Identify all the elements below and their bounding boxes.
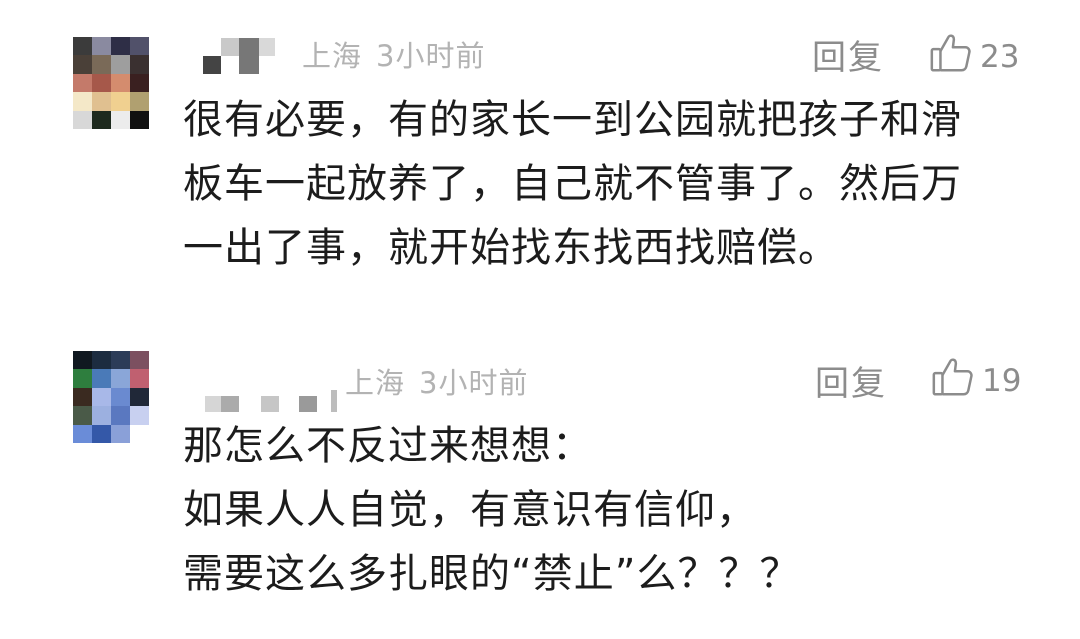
like-button[interactable]: 19 [930, 354, 1021, 408]
comment-text: 很有必要，有的家长一到公园就把孩子和滑 板车一起放养了，自己就不管事了。然后万 一出… [183, 88, 962, 280]
comment-meta: 上海 3小时前 [302, 33, 485, 75]
comment-line: 那怎么不反过来想想： [183, 423, 593, 469]
comment-line: 一出了事，就开始找东找西找赔偿。 [183, 225, 839, 271]
thumbs-up-icon [930, 354, 976, 408]
like-count: 19 [982, 363, 1022, 399]
thumbs-up-icon [928, 30, 974, 84]
username-mosaic[interactable] [205, 390, 337, 412]
reply-button[interactable]: 回复 [815, 356, 887, 405]
comment-line: 如果人人自觉，有意识有信仰， [183, 487, 757, 533]
comment-line: 板车一起放养了，自己就不管事了。然后万 [183, 161, 962, 207]
comment-text: 那怎么不反过来想想： 如果人人自觉，有意识有信仰， 需要这么多扎眼的“禁止”么？？？ [183, 414, 800, 606]
comment-line: 需要这么多扎眼的“禁止”么？？？ [183, 551, 801, 597]
timestamp: 3小时前 [376, 39, 486, 73]
comment-meta: 上海 3小时前 [345, 360, 528, 402]
avatar[interactable] [73, 37, 149, 129]
comment-line: 很有必要，有的家长一到公园就把孩子和滑 [183, 97, 962, 143]
like-button[interactable]: 23 [928, 30, 1019, 84]
comment-item: 上海 3小时前 回复 23 很有必要，有的家长一到公园就把孩子和滑 板车一起放养了，… [0, 0, 1080, 330]
comment-item: 上海 3小时前 回复 19 那怎么不反过来想想： 如果人人自觉，有意识有信仰， 需要这… [0, 330, 1080, 639]
location-label: 上海 [345, 366, 406, 400]
like-count: 23 [980, 39, 1020, 75]
username-mosaic[interactable] [203, 38, 275, 74]
location-label: 上海 [302, 39, 363, 73]
avatar[interactable] [73, 351, 149, 443]
reply-button[interactable]: 回复 [812, 30, 884, 79]
timestamp: 3小时前 [419, 366, 529, 400]
